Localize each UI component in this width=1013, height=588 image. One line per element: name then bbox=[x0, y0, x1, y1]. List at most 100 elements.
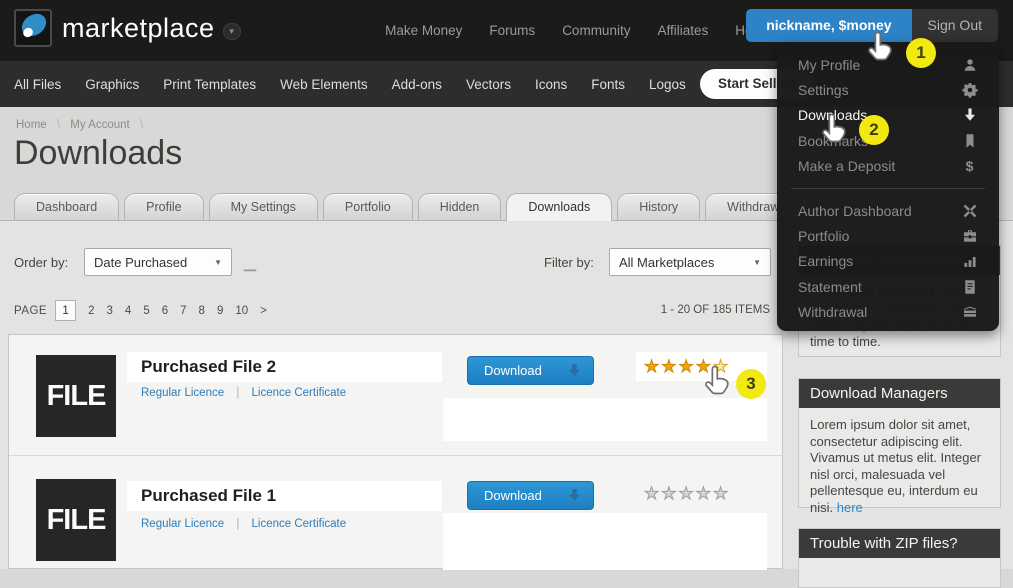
file-title: Purchased File 2 bbox=[127, 352, 442, 382]
menu-item-label: My Profile bbox=[798, 57, 860, 73]
page-current: 1 bbox=[55, 300, 76, 321]
file-thumbnail[interactable]: FILE bbox=[36, 479, 116, 561]
menu-earnings[interactable]: Earnings bbox=[777, 249, 999, 274]
purchased-file-row: FILE Purchased File 1 Regular Licence | … bbox=[9, 457, 782, 570]
tab-history[interactable]: History bbox=[617, 193, 700, 220]
breadcrumb-separator: \ bbox=[140, 119, 143, 131]
cat-fonts[interactable]: Fonts bbox=[579, 77, 637, 92]
page-link[interactable]: 7 bbox=[174, 305, 192, 317]
sidebar-text-line: time to time. bbox=[810, 334, 989, 351]
tab-downloads[interactable]: Downloads bbox=[506, 193, 612, 221]
chevron-down-icon[interactable]: ▼ bbox=[223, 23, 241, 40]
page-link[interactable]: 4 bbox=[119, 305, 137, 317]
downloads-page: marketplace ▼ Make Money Forums Communit… bbox=[0, 0, 1013, 569]
tab-dashboard[interactable]: Dashboard bbox=[14, 193, 119, 220]
star-icon[interactable]: ★ bbox=[696, 485, 713, 502]
bookmark-icon bbox=[961, 132, 978, 149]
page-link[interactable]: 10 bbox=[229, 305, 254, 317]
star-icon[interactable]: ★ bbox=[644, 358, 661, 375]
menu-item-label: Earnings bbox=[798, 253, 853, 269]
hand-cursor-icon bbox=[820, 112, 852, 151]
menu-portfolio[interactable]: Portfolio bbox=[777, 223, 999, 248]
page-link[interactable]: 9 bbox=[211, 305, 229, 317]
menu-make-a-deposit[interactable]: Make a Deposit $ bbox=[777, 154, 999, 179]
cat-print-templates[interactable]: Print Templates bbox=[151, 77, 268, 92]
page-link[interactable]: 3 bbox=[101, 305, 119, 317]
tab-profile[interactable]: Profile bbox=[124, 193, 203, 220]
briefcase-icon bbox=[961, 228, 978, 245]
nav-forums[interactable]: Forums bbox=[489, 23, 535, 38]
page-link[interactable]: 6 bbox=[156, 305, 174, 317]
page-title: Downloads bbox=[14, 134, 182, 173]
download-order-icon[interactable] bbox=[240, 249, 260, 273]
placeholder-box bbox=[443, 398, 767, 441]
star-icon[interactable]: ★ bbox=[679, 358, 696, 375]
breadcrumb-home[interactable]: Home bbox=[16, 119, 47, 131]
download-arrow-icon bbox=[568, 489, 581, 502]
cat-vectors[interactable]: Vectors bbox=[454, 77, 523, 92]
tab-hidden[interactable]: Hidden bbox=[418, 193, 502, 220]
sidebar-heading: Trouble with ZIP files? bbox=[799, 529, 1000, 558]
licence-certificate-link[interactable]: Licence Certificate bbox=[252, 518, 347, 530]
marketplace-logo[interactable]: marketplace ▼ bbox=[14, 9, 241, 47]
page-link[interactable]: 2 bbox=[82, 305, 100, 317]
download-button[interactable]: Download bbox=[467, 481, 594, 510]
link-separator: | bbox=[236, 387, 239, 399]
cat-logos[interactable]: Logos bbox=[637, 77, 698, 92]
cat-icons[interactable]: Icons bbox=[523, 77, 579, 92]
order-by-select[interactable]: Date Purchased ▼ bbox=[84, 248, 232, 276]
banknotes-icon bbox=[961, 304, 978, 321]
here-link[interactable]: here bbox=[837, 500, 863, 515]
file-thumbnail[interactable]: FILE bbox=[36, 355, 116, 437]
download-button[interactable]: Download bbox=[467, 356, 594, 385]
star-icon[interactable]: ★ bbox=[713, 485, 730, 502]
menu-author-dashboard[interactable]: Author Dashboard bbox=[777, 198, 999, 223]
menu-withdrawal[interactable]: Withdrawal bbox=[777, 300, 999, 325]
menu-item-label: Settings bbox=[798, 82, 849, 98]
order-by-value: Date Purchased bbox=[94, 255, 187, 270]
licence-certificate-link[interactable]: Licence Certificate bbox=[252, 387, 347, 399]
tab-my-settings[interactable]: My Settings bbox=[209, 193, 318, 220]
filter-by-select[interactable]: All Marketplaces ▼ bbox=[609, 248, 771, 276]
filter-by-value: All Marketplaces bbox=[619, 255, 714, 270]
page-next[interactable]: > bbox=[254, 305, 273, 317]
purchased-file-row: FILE Purchased File 2 Regular Licence | … bbox=[9, 335, 782, 456]
nav-make-money[interactable]: Make Money bbox=[385, 23, 462, 38]
tab-portfolio[interactable]: Portfolio bbox=[323, 193, 413, 220]
user-icon bbox=[961, 56, 978, 73]
cat-graphics[interactable]: Graphics bbox=[73, 77, 151, 92]
breadcrumb-my-account[interactable]: My Account bbox=[70, 119, 129, 131]
star-icon[interactable]: ★ bbox=[661, 485, 678, 502]
page-link[interactable]: 5 bbox=[137, 305, 155, 317]
sidebar-zip-trouble: Trouble with ZIP files? bbox=[798, 528, 1001, 588]
sidebar-body: Lorem ipsum dolor sit amet, consectetur … bbox=[799, 408, 1000, 525]
statement-icon bbox=[961, 278, 978, 295]
file-links: Regular Licence | Licence Certificate bbox=[141, 518, 346, 530]
hand-cursor-icon bbox=[866, 30, 898, 69]
star-icon[interactable]: ★ bbox=[644, 485, 661, 502]
menu-item-label: Make a Deposit bbox=[798, 158, 895, 174]
regular-licence-link[interactable]: Regular Licence bbox=[141, 518, 224, 530]
callout-badge-2: 2 bbox=[859, 115, 889, 145]
hand-cursor-icon bbox=[703, 364, 735, 403]
downloads-list: FILE Purchased File 2 Regular Licence | … bbox=[8, 334, 783, 569]
nav-community[interactable]: Community bbox=[562, 23, 630, 38]
nav-affiliates[interactable]: Affiliates bbox=[657, 23, 708, 38]
sign-out-button[interactable]: Sign Out bbox=[912, 9, 998, 42]
callout-badge-3: 3 bbox=[736, 369, 766, 399]
menu-settings[interactable]: Settings bbox=[777, 77, 999, 102]
download-arrow-icon bbox=[568, 364, 581, 377]
regular-licence-link[interactable]: Regular Licence bbox=[141, 387, 224, 399]
star-icon[interactable]: ★ bbox=[679, 485, 696, 502]
download-button-label: Download bbox=[468, 363, 542, 378]
page-link[interactable]: 8 bbox=[193, 305, 211, 317]
dollar-icon: $ bbox=[961, 158, 978, 175]
cat-all-files[interactable]: All Files bbox=[0, 77, 73, 92]
placeholder-box bbox=[443, 513, 767, 570]
menu-statement[interactable]: Statement bbox=[777, 274, 999, 299]
star-icon[interactable]: ★ bbox=[661, 358, 678, 375]
menu-item-label: Statement bbox=[798, 279, 862, 295]
cat-add-ons[interactable]: Add-ons bbox=[380, 77, 454, 92]
cat-web-elements[interactable]: Web Elements bbox=[268, 77, 380, 92]
sidebar-text: Lorem ipsum dolor sit amet, consectetur … bbox=[810, 417, 981, 515]
